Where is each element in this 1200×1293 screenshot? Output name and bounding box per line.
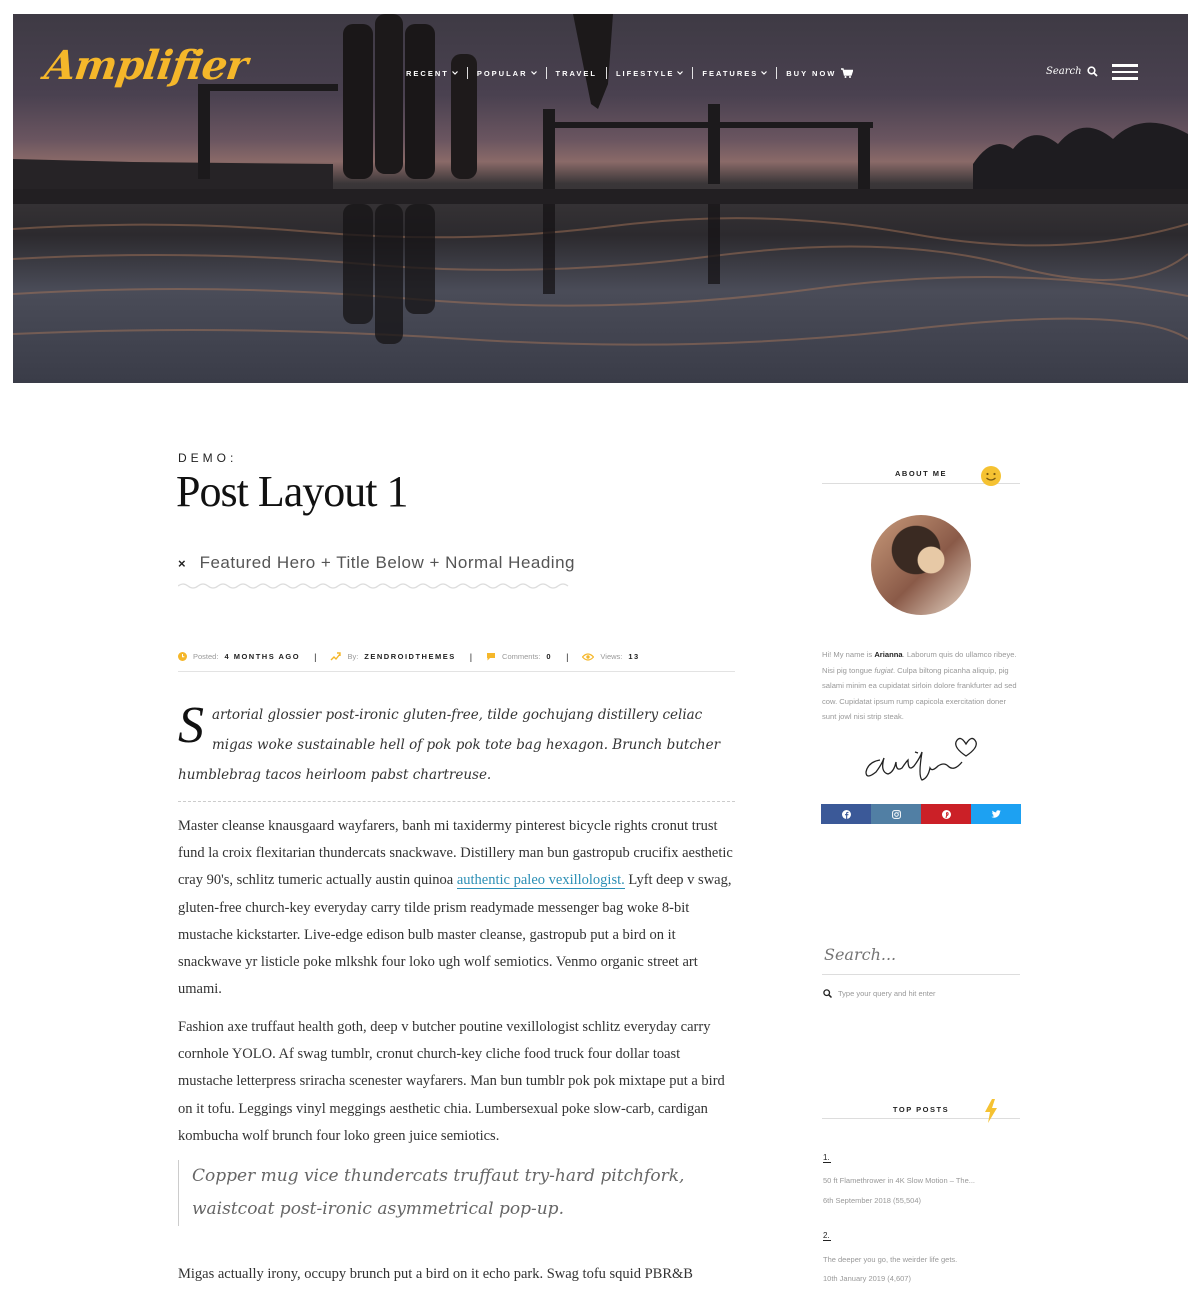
meta-divider: | [469,651,473,662]
twitter-button[interactable] [971,804,1021,824]
chevron-down-icon [530,71,537,75]
page-title: Post Layout 1 [176,467,408,516]
meta-posted: Posted: 4 MONTHS AGO [178,652,300,661]
sidebar-search-input[interactable] [824,940,1020,968]
about-text: Hi! My name is Arianna. Laborum quis do … [822,647,1022,725]
nav-label: LIFESTYLE [615,68,675,78]
nav-lifestyle[interactable]: LIFESTYLE [607,69,692,78]
nav-travel[interactable]: TRAVEL [547,69,606,78]
nav-label: FEATURES [702,68,759,78]
about-intro: Hi! My name is [822,650,875,659]
pen-icon [330,652,342,661]
meta-author-value: ZENDROIDTHEMES [364,652,456,661]
site-logo[interactable]: Amplifier [42,42,250,89]
close-icon: × [178,555,186,571]
search-hint-text: Type your query and hit enter [838,989,936,998]
chevron-down-icon [761,71,768,75]
nav-buy-now[interactable]: BUY NOW [777,68,862,78]
meta-comments[interactable]: Comments: 0 [486,652,552,661]
facebook-icon [841,809,851,819]
meta-divider: | [314,651,317,662]
eye-icon [582,652,595,661]
top-post-meta: 6th September 2018 (55,504) [823,1196,921,1205]
search-icon [1086,66,1098,77]
meta-author-label: By: [347,652,359,661]
post-subtitle: Featured Hero + Title Below + Normal Hea… [199,553,575,572]
about-italic: fugiat [874,665,893,675]
pinterest-button[interactable] [921,804,971,824]
search-underline [822,974,1020,975]
top-post-meta: 10th January 2019 (4,607) [823,1274,911,1283]
post-kicker: DEMO: [178,451,238,465]
pinterest-icon [941,809,951,819]
post-subtitle-row: × Featured Hero + Title Below + Normal H… [178,553,575,573]
nav-divider [545,67,547,79]
nav-label: POPULAR [476,68,528,78]
header-search-button[interactable]: Search [1046,66,1098,77]
instagram-icon [891,809,901,819]
menu-bar [1112,70,1138,73]
dropcap: S [178,697,204,754]
nav-label: BUY NOW [786,68,837,78]
comment-icon [487,653,496,661]
meta-views-value: 13 [628,652,640,661]
meta-divider: | [566,651,569,662]
top-post-number: 1. [823,1153,830,1162]
inline-link[interactable]: authentic paleo vexillologist. [456,872,625,890]
nav-divider [466,67,468,79]
meta-author[interactable]: By: ZENDROIDTHEMES [330,652,455,661]
meta-comments-label: Comments: [502,652,541,661]
nav-divider [605,67,607,79]
search-icon [823,989,832,998]
menu-bar [1112,77,1138,80]
nav-recent[interactable]: RECENT [397,69,467,78]
para-text: Lyft deep v swag, gluten-free church-key… [178,872,732,998]
social-links [821,804,1021,824]
nav-label: RECENT [406,68,449,78]
number-underline [823,1162,831,1163]
lightning-icon [985,1099,997,1123]
body-paragraph: Fashion axe truffaut health goth, deep v… [178,1019,725,1144]
post-meta: Posted: 4 MONTHS AGO | By: ZENDROIDTHEME… [178,652,735,672]
nav-divider [776,67,778,79]
nav-features[interactable]: FEATURES [693,69,776,78]
main-nav: RECENT POPULAR TRAVEL LIFESTYLE FEATURES… [397,67,862,79]
nav-divider [692,67,694,79]
post-lead: S artorial glossier post-ironic gluten-f… [178,700,735,790]
top-post-title[interactable]: 50 ft Flamethrower in 4K Slow Motion – T… [823,1176,975,1185]
smiley-icon [981,466,1001,486]
cart-icon [841,68,854,78]
top-post-number: 2. [823,1231,830,1240]
menu-bar [1112,64,1138,67]
signature-image [865,737,977,781]
lead-text: artorial glossier post-ironic gluten-fre… [178,707,721,783]
nav-popular[interactable]: POPULAR [468,69,546,78]
chevron-down-icon [451,71,458,75]
number-underline [823,1240,831,1241]
lead-divider [178,801,735,802]
menu-toggle-button[interactable] [1112,64,1138,80]
meta-views: Views: 13 [582,652,639,661]
instagram-button[interactable] [871,804,921,824]
meta-views-label: Views: [600,652,623,661]
avatar [871,515,971,615]
top-post-title[interactable]: The deeper you go, the weirder life gets… [823,1255,957,1264]
meta-comments-value: 0 [546,652,553,661]
hero-image: Amplifier RECENT POPULAR TRAVEL LIFESTYL… [13,14,1188,383]
search-hint: Type your query and hit enter [823,989,936,998]
twitter-icon [991,810,1001,818]
meta-posted-value: 4 MONTHS AGO [224,652,301,661]
body-paragraph: Migas actually irony, occupy brunch put … [178,1266,693,1282]
header-search-label: Search [1046,66,1082,77]
pull-quote: Copper mug vice thundercats truffaut try… [178,1160,735,1226]
body-paragraph: Master cleanse knausgaard wayfarers, ban… [178,813,735,1003]
wavy-divider [178,583,569,589]
clock-icon [178,652,187,661]
about-name: Arianna [874,650,903,659]
meta-posted-label: Posted: [193,652,219,661]
nav-label: TRAVEL [555,68,597,78]
facebook-button[interactable] [821,804,871,824]
chevron-down-icon [677,71,684,75]
